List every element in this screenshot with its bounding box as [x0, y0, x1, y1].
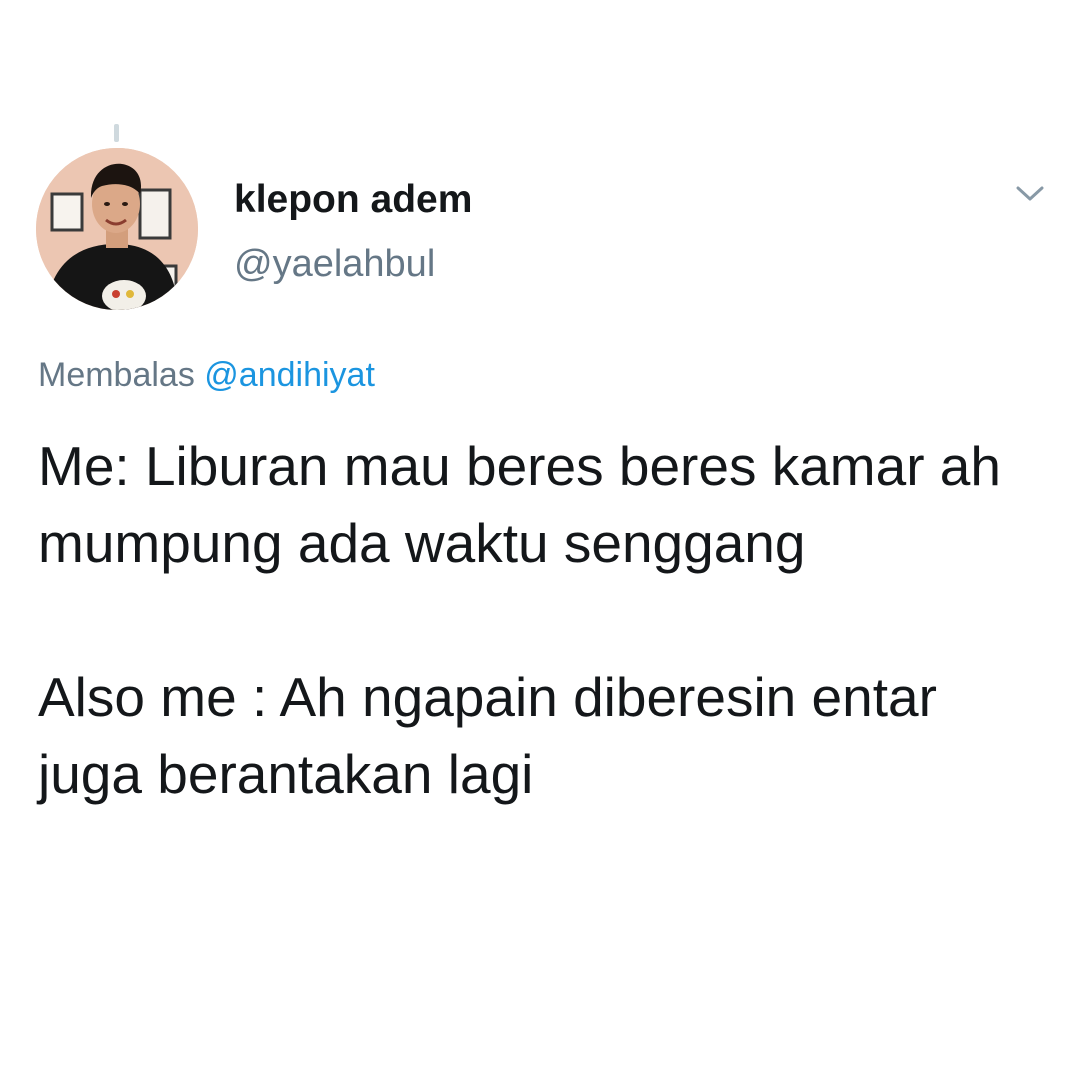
tweet-text: Me: Liburan mau beres beres kamar ah mum… — [38, 428, 1038, 813]
thread-connector-line — [114, 124, 119, 142]
tweet-paragraph: Also me : Ah ngapain diberesin entar jug… — [38, 666, 937, 805]
chevron-down-icon[interactable] — [1010, 178, 1050, 208]
avatar-photo — [36, 148, 198, 310]
reply-context: Membalas @andihiyat — [38, 356, 375, 395]
author-display-name[interactable]: klepon adem — [234, 178, 472, 222]
avatar[interactable] — [36, 148, 198, 310]
author-handle[interactable]: @yaelahbul — [234, 243, 435, 286]
reply-mention-link[interactable]: @andihiyat — [204, 356, 375, 394]
tweet-paragraph: Me: Liburan mau beres beres kamar ah mum… — [38, 435, 1001, 574]
reply-prefix: Membalas — [38, 356, 195, 394]
tweet-card: klepon adem @yaelahbul Membalas @andihiy… — [0, 0, 1080, 1080]
chevron-down-icon-glyph — [1016, 186, 1044, 201]
